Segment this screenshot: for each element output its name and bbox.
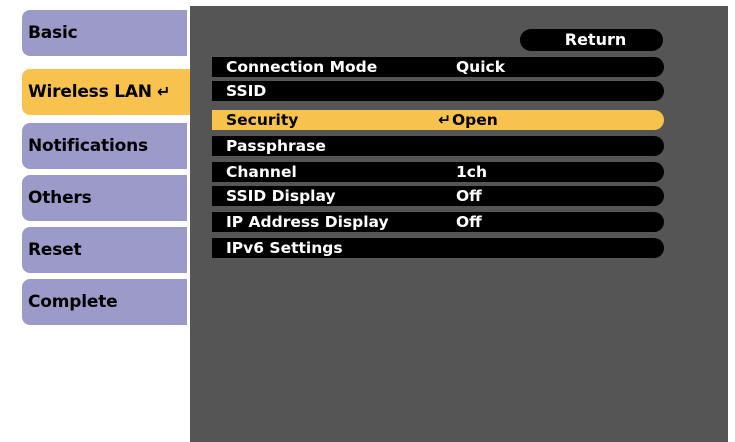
tab-label: Basic bbox=[28, 23, 78, 43]
row-label: IPv6 Settings bbox=[226, 239, 343, 257]
menu-row-security[interactable]: Security ↵Open bbox=[212, 110, 664, 130]
menu-row-passphrase[interactable]: Passphrase bbox=[212, 136, 664, 156]
tab-others[interactable]: Others bbox=[22, 175, 187, 221]
row-label: SSID Display bbox=[226, 187, 336, 205]
row-label: Security bbox=[226, 111, 299, 129]
tab-basic[interactable]: Basic bbox=[22, 10, 187, 56]
enter-arrow-icon: ↵ bbox=[156, 82, 171, 101]
menu-row-ssid-display[interactable]: SSID Display Off bbox=[212, 186, 664, 206]
row-label: SSID bbox=[226, 82, 267, 100]
menu-row-channel[interactable]: Channel 1ch bbox=[212, 162, 664, 182]
tab-label: Complete bbox=[28, 292, 118, 312]
row-label: Channel bbox=[226, 163, 297, 181]
row-value: 1ch bbox=[456, 163, 488, 181]
menu-row-ipv6-settings[interactable]: IPv6 Settings bbox=[212, 238, 664, 258]
row-value: Open bbox=[452, 111, 498, 129]
tab-wireless-lan[interactable]: Wireless LAN ↵ bbox=[22, 69, 197, 115]
tab-label: Others bbox=[28, 188, 92, 208]
return-button[interactable]: Return bbox=[520, 29, 663, 51]
row-label: IP Address Display bbox=[226, 213, 389, 231]
row-value: Off bbox=[456, 187, 482, 205]
tab-label: Notifications bbox=[28, 136, 148, 156]
row-label: Passphrase bbox=[226, 137, 326, 155]
row-value: Quick bbox=[456, 58, 506, 76]
menu-row-connection-mode[interactable]: Connection Mode Quick bbox=[212, 57, 664, 77]
menu-row-ssid[interactable]: SSID bbox=[212, 81, 664, 101]
row-label: Connection Mode bbox=[226, 58, 378, 76]
tab-label: Reset bbox=[28, 240, 82, 260]
enter-arrow-icon: ↵ bbox=[438, 111, 451, 129]
tab-notifications[interactable]: Notifications bbox=[22, 123, 187, 169]
tab-complete[interactable]: Complete bbox=[22, 279, 187, 325]
tab-label: Wireless LAN bbox=[28, 82, 152, 102]
row-value: Off bbox=[456, 213, 482, 231]
row-value-container: ↵Open bbox=[438, 110, 498, 130]
projector-menu-screen: Basic Wireless LAN ↵ Notifications Others… bbox=[0, 0, 735, 442]
menu-row-ip-address-display[interactable]: IP Address Display Off bbox=[212, 212, 664, 232]
tab-reset[interactable]: Reset bbox=[22, 227, 187, 273]
